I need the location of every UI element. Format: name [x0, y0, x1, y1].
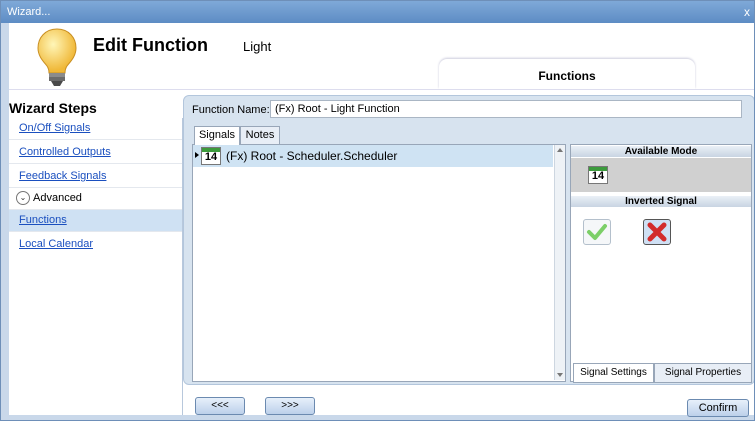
sidebar-item-feedback-signals[interactable]: Feedback Signals [9, 166, 182, 188]
available-mode-area: 14 [571, 158, 751, 192]
scroll-up-icon[interactable] [557, 148, 563, 152]
sidebar-item-local-calendar[interactable]: Local Calendar [9, 234, 182, 256]
signal-settings-panel: Available Mode 14 Inverted Signal Signal… [570, 144, 752, 383]
scroll-down-icon[interactable] [557, 373, 563, 377]
tab-functions-label: Functions [538, 69, 596, 83]
close-icon [647, 222, 667, 242]
sidebar-item-label: Feedback Signals [19, 170, 107, 182]
sidebar-item-onoff-signals[interactable]: On/Off Signals [9, 118, 182, 140]
tab-signal-settings[interactable]: Signal Settings [573, 363, 654, 383]
light-bulb-icon [37, 28, 77, 86]
row-pointer-icon [195, 152, 199, 158]
sidebar-item-label: On/Off Signals [19, 122, 91, 134]
content-area: Edit Function Light Functions Wizard Ste… [9, 23, 754, 417]
list-item[interactable]: 14 (Fx) Root - Scheduler.Scheduler [193, 145, 553, 167]
function-editor-panel: Function Name: Signals Notes 14 (Fx) Roo… [183, 95, 754, 385]
tab-notes[interactable]: Notes [240, 126, 280, 144]
tab-signals[interactable]: Signals [194, 126, 240, 145]
sidebar-item-functions[interactable]: Functions [9, 210, 182, 232]
sidebar-item-label: Advanced [33, 192, 82, 204]
wizard-steps-sidebar: On/Off Signals Controlled Outputs Feedba… [9, 118, 183, 415]
sidebar-item-label: Local Calendar [19, 238, 93, 250]
chevron-down-icon[interactable]: ⌄ [16, 191, 30, 205]
calendar-icon: 14 [201, 147, 221, 165]
wizard-steps-title: Wizard Steps [9, 100, 97, 116]
title-bar: Wizard... x [1, 1, 754, 23]
sidebar-item-label: Controlled Outputs [19, 146, 111, 158]
close-icon[interactable]: x [744, 1, 750, 23]
sidebar-item-advanced[interactable]: ⌄ Advanced [9, 188, 182, 210]
not-inverted-check-button[interactable] [583, 219, 611, 245]
wizard-window: Wizard... x Edit Function Light Function… [0, 0, 755, 421]
inverted-signal-header: Inverted Signal [571, 196, 751, 207]
window-title: Wizard... [7, 6, 51, 18]
function-name-label: Function Name: [192, 104, 270, 116]
signal-label: (Fx) Root - Scheduler.Scheduler [226, 149, 398, 163]
available-mode-header: Available Mode [571, 146, 751, 157]
sidebar-item-controlled-outputs[interactable]: Controlled Outputs [9, 142, 182, 164]
vertical-scrollbar[interactable] [554, 145, 565, 380]
inverted-x-button[interactable] [643, 219, 671, 245]
sidebar-item-label: Functions [19, 214, 67, 226]
confirm-button[interactable]: Confirm [687, 399, 749, 417]
next-step-button[interactable]: >>> [265, 397, 315, 415]
tab-functions[interactable]: Functions [439, 59, 695, 89]
page-title: Edit Function [93, 35, 208, 55]
check-icon [587, 224, 607, 240]
page-subtitle: Light [243, 39, 272, 54]
calendar-icon[interactable]: 14 [588, 166, 608, 184]
tab-signal-properties[interactable]: Signal Properties [654, 363, 752, 383]
header-divider [9, 89, 754, 90]
signals-list: 14 (Fx) Root - Scheduler.Scheduler [192, 144, 566, 382]
previous-step-button[interactable]: <<< [195, 397, 245, 415]
function-name-input[interactable] [270, 100, 742, 118]
